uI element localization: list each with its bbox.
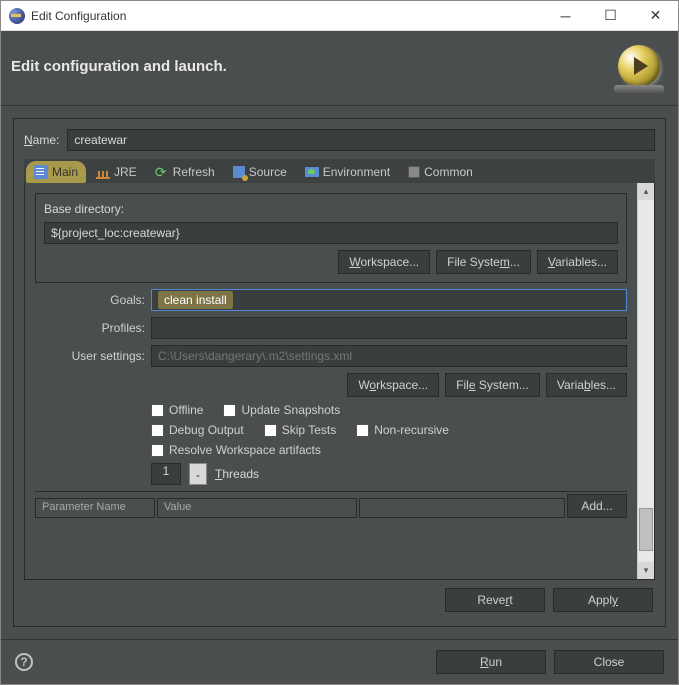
tab-source[interactable]: Source	[225, 161, 295, 183]
threads-label: Threads	[215, 467, 259, 481]
run-button[interactable]: Run	[436, 650, 546, 674]
help-icon[interactable]: ?	[15, 653, 33, 671]
workspace-button[interactable]: Workspace...	[338, 250, 430, 274]
window-title: Edit Configuration	[31, 9, 543, 23]
threads-input[interactable]: 1	[151, 463, 181, 485]
tab-content: Base directory: Workspace... File System…	[24, 183, 655, 580]
dialog-header: Edit configuration and launch.	[1, 31, 678, 106]
maximize-button[interactable]: ☐	[588, 1, 633, 31]
tab-refresh[interactable]: ⟳ Refresh	[147, 161, 223, 183]
add-parameter-button[interactable]: Add...	[567, 494, 627, 518]
dialog-title: Edit configuration and launch.	[11, 58, 618, 75]
param-empty-column	[359, 498, 565, 518]
minimize-button[interactable]: ─	[543, 1, 588, 31]
eclipse-icon	[9, 8, 25, 24]
variables-button-2[interactable]: Variables...	[546, 373, 627, 397]
tab-common[interactable]: Common	[400, 161, 481, 183]
update-snapshots-checkbox[interactable]: Update Snapshots	[223, 403, 340, 417]
config-panel: Name: Main JRE ⟳ Refresh Sourc	[13, 118, 666, 627]
scroll-down-arrow[interactable]: ▾	[638, 562, 654, 579]
threads-spinner-button[interactable]: ⌄	[189, 463, 207, 485]
offline-checkbox[interactable]: Offline	[151, 403, 203, 417]
run-icon	[618, 45, 660, 87]
refresh-tab-icon: ⟳	[155, 165, 169, 179]
scroll-thumb[interactable]	[639, 508, 653, 551]
skip-tests-checkbox[interactable]: Skip Tests	[264, 423, 336, 437]
tab-main[interactable]: Main	[26, 161, 86, 183]
scroll-up-arrow[interactable]: ▴	[638, 183, 654, 200]
non-recursive-checkbox[interactable]: Non-recursive	[356, 423, 449, 437]
goals-input[interactable]: clean install	[151, 289, 627, 311]
close-window-button[interactable]: ✕	[633, 1, 678, 31]
profiles-input[interactable]	[151, 317, 627, 339]
dialog-footer: ? Run Close	[1, 639, 678, 684]
variables-button[interactable]: Variables...	[537, 250, 618, 274]
user-settings-input[interactable]	[151, 345, 627, 367]
source-tab-icon	[233, 166, 245, 178]
close-button[interactable]: Close	[554, 650, 664, 674]
dialog-window: Edit Configuration ─ ☐ ✕ Edit configurat…	[0, 0, 679, 685]
vertical-scrollbar[interactable]: ▴ ▾	[637, 183, 654, 579]
tab-bar: Main JRE ⟳ Refresh Source Environment	[24, 159, 655, 183]
param-name-column[interactable]: Parameter Name	[35, 498, 155, 518]
main-tab-icon	[34, 165, 48, 179]
content-area: Name: Main JRE ⟳ Refresh Sourc	[1, 106, 678, 639]
user-settings-label: User settings:	[35, 349, 145, 363]
parameters-table: Parameter Name Value Add...	[35, 491, 627, 518]
tab-environment[interactable]: Environment	[297, 161, 398, 183]
filesystem-button[interactable]: File System...	[436, 250, 531, 274]
goals-label: Goals:	[35, 293, 145, 307]
tab-jre[interactable]: JRE	[88, 161, 145, 183]
profiles-label: Profiles:	[35, 321, 145, 335]
environment-tab-icon	[305, 167, 319, 177]
common-tab-icon	[408, 166, 420, 178]
base-directory-input[interactable]	[44, 222, 618, 244]
workspace-button-2[interactable]: Workspace...	[347, 373, 439, 397]
debug-output-checkbox[interactable]: Debug Output	[151, 423, 244, 437]
param-value-column[interactable]: Value	[157, 498, 357, 518]
base-directory-group: Base directory: Workspace... File System…	[35, 193, 627, 283]
titlebar: Edit Configuration ─ ☐ ✕	[1, 1, 678, 31]
revert-button[interactable]: Revert	[445, 588, 545, 612]
filesystem-button-2[interactable]: File System...	[445, 373, 540, 397]
base-directory-label: Base directory:	[44, 202, 618, 216]
name-label: Name:	[24, 133, 59, 147]
name-input[interactable]	[67, 129, 655, 151]
apply-button[interactable]: Apply	[553, 588, 653, 612]
resolve-workspace-checkbox[interactable]: Resolve Workspace artifacts	[151, 443, 321, 457]
jre-tab-icon	[96, 169, 110, 179]
